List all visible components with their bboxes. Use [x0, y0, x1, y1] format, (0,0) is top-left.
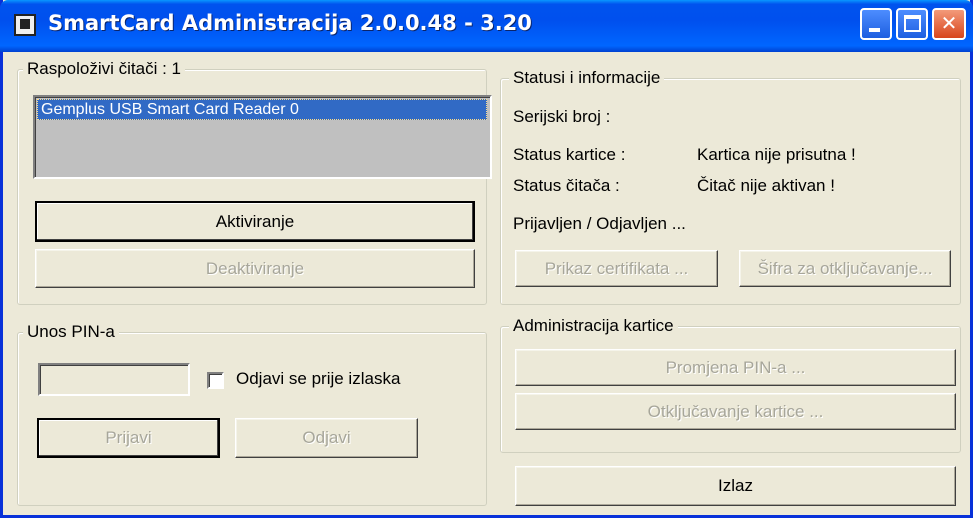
pin-legend: Unos PIN-a: [23, 322, 119, 342]
maximize-icon: [904, 15, 921, 32]
logout-on-exit-checkbox[interactable]: [207, 372, 224, 389]
login-button[interactable]: Prijavi: [37, 418, 220, 458]
status-group: Statusi i informacije Serijski broj : St…: [500, 68, 961, 305]
title-bar[interactable]: SmartCard Administracija 2.0.0.48 - 3.20…: [0, 0, 973, 52]
card-admin-legend: Administracija kartice: [509, 316, 678, 336]
unlock-code-button[interactable]: Šifra za otključavanje...: [739, 250, 951, 287]
show-certificates-button[interactable]: Prikaz certifikata ...: [515, 250, 718, 287]
card-status-value: Kartica nije prisutna !: [697, 145, 856, 164]
minimize-icon: [869, 28, 880, 32]
window-title: SmartCard Administracija 2.0.0.48 - 3.20: [48, 11, 532, 35]
logout-on-exit-label[interactable]: Odjavi se prije izlaska: [236, 369, 400, 389]
change-pin-button[interactable]: Promjena PIN-a ...: [515, 349, 956, 386]
close-icon: ✕: [940, 13, 958, 35]
readers-list[interactable]: Gemplus USB Smart Card Reader 0: [33, 95, 492, 179]
readers-group: Raspoloživi čitači : 1 Gemplus USB Smart…: [17, 59, 492, 305]
readers-legend: Raspoloživi čitači : 1: [23, 59, 186, 79]
pin-input[interactable]: [38, 363, 190, 396]
reader-status-label: Status čitača :: [513, 176, 620, 195]
main-window: SmartCard Administracija 2.0.0.48 - 3.20…: [0, 0, 973, 518]
app-icon[interactable]: [14, 14, 36, 36]
close-button[interactable]: ✕: [932, 8, 966, 40]
status-legend: Statusi i informacije: [509, 68, 665, 88]
card-status-label: Status kartice :: [513, 145, 626, 164]
deactivate-button[interactable]: Deaktiviranje: [35, 249, 475, 288]
login-state-text: Prijavljen / Odjavljen ...: [513, 214, 686, 233]
serial-number-label: Serijski broj :: [513, 107, 611, 126]
unlock-card-button[interactable]: Otključavanje kartice ...: [515, 393, 956, 430]
minimize-button[interactable]: [860, 8, 892, 40]
logout-button[interactable]: Odjavi: [235, 418, 418, 458]
exit-button[interactable]: Izlaz: [515, 466, 956, 506]
card-admin-group: Administracija kartice Promjena PIN-a ..…: [500, 316, 961, 453]
activate-button[interactable]: Aktiviranje: [35, 201, 475, 242]
reader-status-value: Čitač nije aktivan !: [697, 176, 835, 195]
reader-list-item[interactable]: Gemplus USB Smart Card Reader 0: [37, 99, 487, 120]
maximize-button[interactable]: [896, 8, 928, 40]
